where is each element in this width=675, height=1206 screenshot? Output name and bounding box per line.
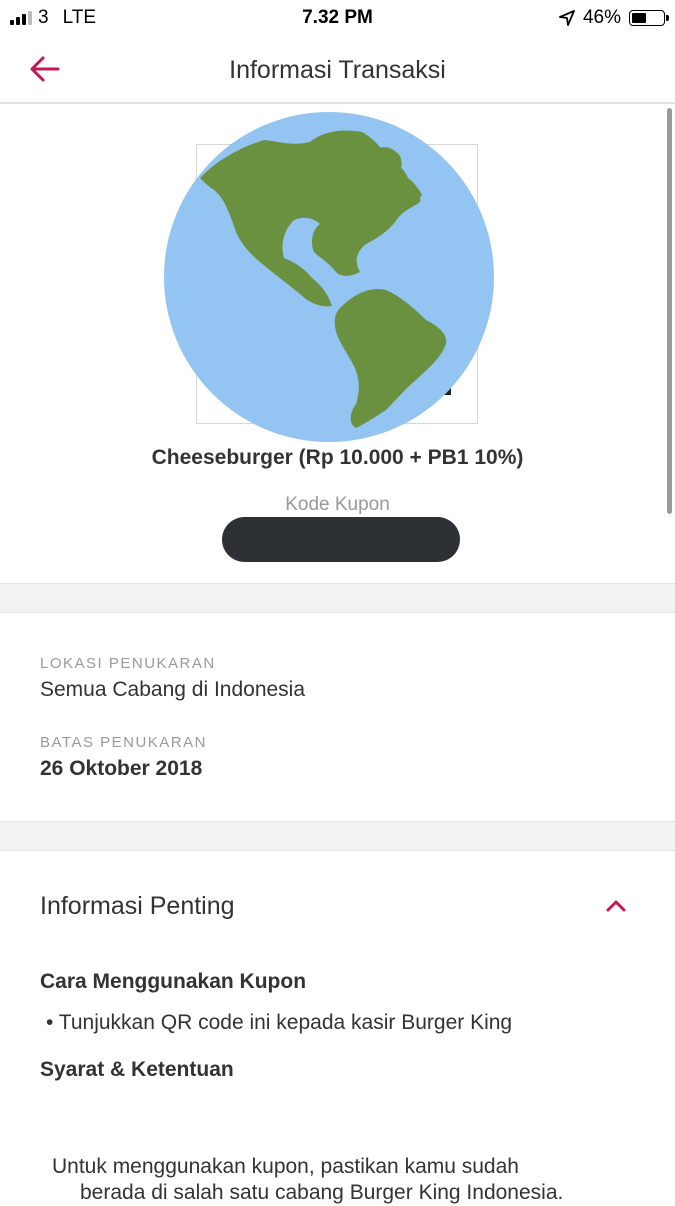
terms-line: Untuk menggunakan kupon, pastikan kamu s…	[52, 1155, 519, 1178]
status-bar-right: 46%	[559, 7, 669, 29]
how-to-use-heading: Cara Menggunakan Kupon	[40, 970, 307, 993]
globe-emoji-icon	[164, 112, 494, 442]
deadline-label: BATAS PENUKARAN	[40, 734, 207, 751]
coupon-code-redacted	[222, 517, 460, 562]
section-divider	[0, 583, 675, 613]
chevron-up-icon[interactable]	[604, 897, 628, 913]
deadline-value: 26 Oktober 2018	[40, 757, 203, 780]
terms-paragraph: Untuk menggunakan kupon, pastikan kamu s…	[52, 1154, 632, 1206]
battery-icon	[629, 10, 669, 26]
important-info-title[interactable]: Informasi Penting	[40, 892, 235, 921]
location-label: LOKASI PENUKARAN	[40, 655, 216, 672]
coupon-code-label: Kode Kupon	[285, 494, 390, 515]
page-title: Informasi Transaksi	[229, 56, 446, 84]
how-to-use-item: • Tunjukkan QR code ini kepada kasir Bur…	[46, 1011, 513, 1034]
navigation-bar: Informasi Transaksi	[0, 36, 675, 104]
location-arrow-icon	[559, 10, 575, 26]
battery-percent: 46%	[582, 7, 621, 28]
status-bar: 3 LTE 7.32 PM 46%	[0, 0, 675, 36]
terms-heading: Syarat & Ketentuan	[40, 1058, 234, 1081]
coupon-name: Cheeseburger (Rp 10.000 + PB1 10%)	[151, 446, 524, 469]
location-value: Semua Cabang di Indonesia	[40, 678, 306, 701]
terms-line: berada di salah satu cabang Burger King …	[80, 1181, 564, 1204]
section-divider	[0, 821, 675, 851]
